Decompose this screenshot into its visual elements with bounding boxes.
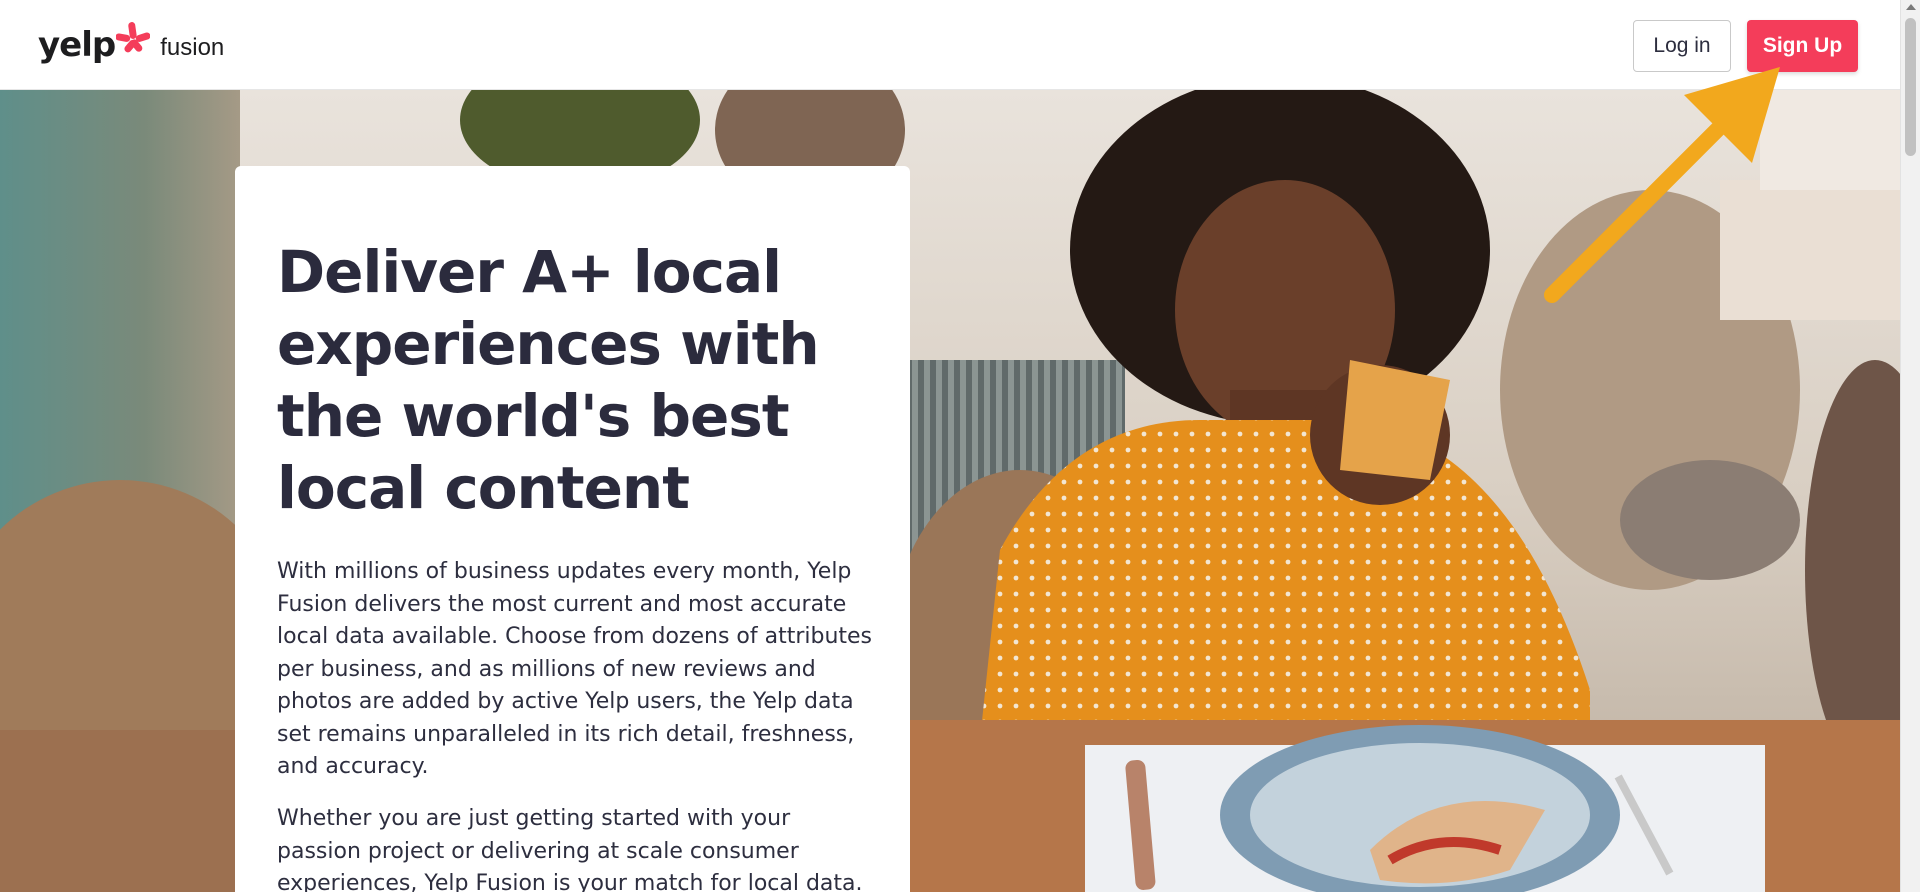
hero-card: Deliver A+ local experiences with the wo… bbox=[235, 166, 910, 892]
hero-paragraph: With millions of business updates every … bbox=[277, 559, 873, 779]
logo-suffix: fusion bbox=[160, 34, 225, 61]
hero-paragraph-secondary: Whether you are just getting started wit… bbox=[277, 806, 863, 892]
hero-title: Deliver A+ local experiences with the wo… bbox=[277, 238, 820, 522]
annotation-arrow-icon bbox=[1544, 67, 1780, 303]
logo-wordmark: yelp bbox=[38, 25, 116, 65]
yelp-fusion-logo[interactable]: yelp fusion bbox=[38, 22, 224, 68]
yelp-burst-icon bbox=[116, 22, 151, 53]
scroll-up-arrow-icon[interactable] bbox=[1906, 4, 1916, 10]
scroll-thumb[interactable] bbox=[1905, 18, 1916, 156]
page-scrollbar[interactable] bbox=[1900, 0, 1920, 892]
